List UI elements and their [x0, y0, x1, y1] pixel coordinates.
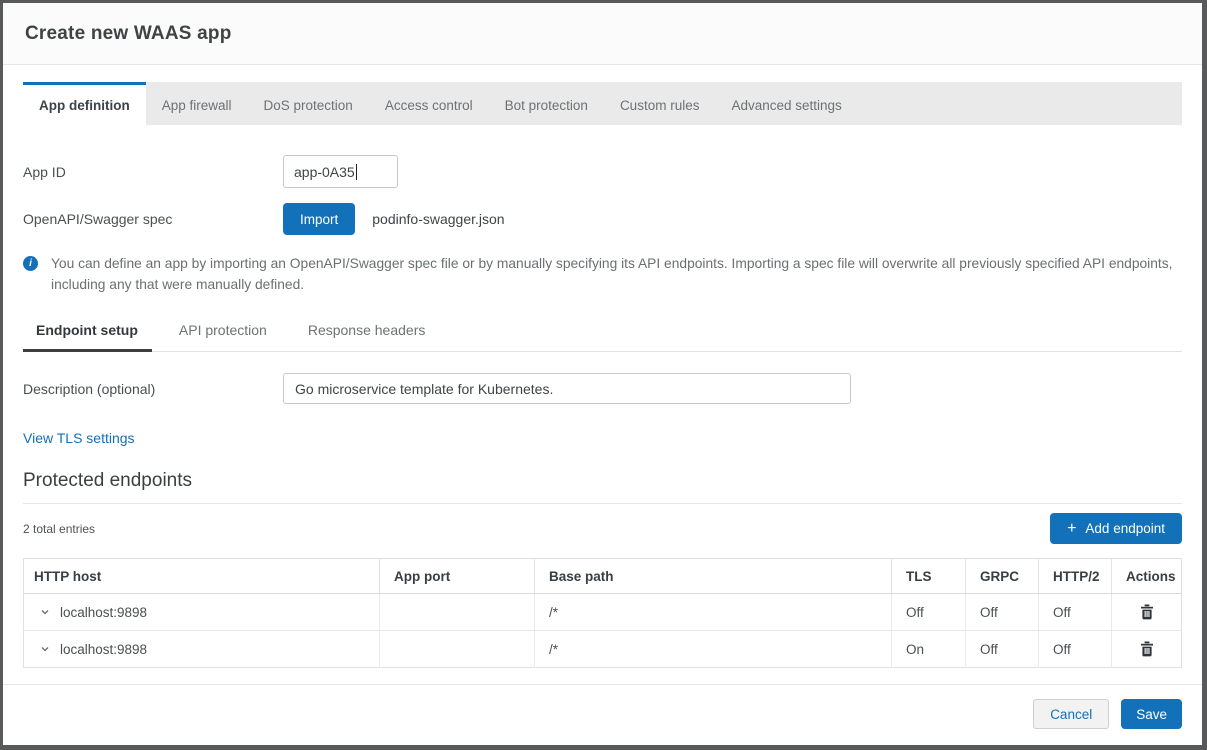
chevron-down-icon[interactable] — [40, 644, 50, 654]
dialog-footer: Cancel Save — [3, 684, 1202, 745]
main-tab-bar: App definition App firewall DoS protecti… — [23, 82, 1182, 125]
tab-app-definition[interactable]: App definition — [23, 82, 146, 125]
total-entries-label: 2 total entries — [23, 522, 95, 536]
col-grpc: GRPC — [966, 559, 1039, 594]
app-id-value: app-0A35 — [294, 164, 355, 180]
col-app-port: App port — [380, 559, 535, 594]
view-tls-settings-link[interactable]: View TLS settings — [23, 430, 135, 446]
table-row: localhost:9898 /* On Off Off — [24, 631, 1182, 668]
dialog-header: Create new WAAS app — [3, 3, 1202, 65]
endpoints-table: HTTP host App port Base path TLS GRPC HT… — [23, 558, 1182, 668]
swagger-spec-row: OpenAPI/Swagger spec Import podinfo-swag… — [23, 203, 1182, 235]
grpc-value: Off — [966, 631, 1039, 668]
tls-value: On — [892, 631, 966, 668]
table-header-row: HTTP host App port Base path TLS GRPC HT… — [24, 559, 1182, 594]
info-note: i You can define an app by importing an … — [23, 253, 1182, 295]
info-icon: i — [23, 256, 38, 271]
screenshot-frame: Create new WAAS app App definition App f… — [0, 0, 1207, 750]
subtab-api-protection[interactable]: API protection — [166, 322, 281, 352]
col-tls: TLS — [892, 559, 966, 594]
spec-filename: podinfo-swagger.json — [372, 211, 504, 227]
description-input[interactable] — [283, 373, 851, 404]
app-port-value — [380, 631, 535, 668]
table-row: localhost:9898 /* Off Off Off — [24, 594, 1182, 631]
tab-custom-rules[interactable]: Custom rules — [604, 82, 716, 125]
add-endpoint-button[interactable]: + Add endpoint — [1050, 513, 1182, 544]
base-path-value: /* — [535, 631, 892, 668]
sub-tab-bar: Endpoint setup API protection Response h… — [23, 322, 1182, 352]
add-endpoint-label: Add endpoint — [1085, 521, 1165, 536]
plus-icon: + — [1067, 521, 1076, 537]
grpc-value: Off — [966, 594, 1039, 631]
subtab-response-headers[interactable]: Response headers — [295, 322, 440, 352]
app-id-label: App ID — [23, 164, 283, 180]
http2-value: Off — [1039, 594, 1112, 631]
col-actions: Actions — [1112, 559, 1182, 594]
trash-icon[interactable] — [1140, 641, 1154, 657]
tab-bot-protection[interactable]: Bot protection — [489, 82, 604, 125]
info-note-text: You can define an app by importing an Op… — [51, 253, 1176, 295]
subtab-endpoint-setup[interactable]: Endpoint setup — [23, 322, 152, 352]
dialog-title: Create new WAAS app — [25, 23, 232, 45]
tab-access-control[interactable]: Access control — [369, 82, 489, 125]
col-http-host: HTTP host — [24, 559, 380, 594]
chevron-down-icon[interactable] — [40, 607, 50, 617]
description-label: Description (optional) — [23, 381, 283, 397]
col-http2: HTTP/2 — [1039, 559, 1112, 594]
app-id-input[interactable]: app-0A35 — [283, 155, 398, 188]
http-host-value: localhost:9898 — [60, 605, 147, 620]
tls-value: Off — [892, 594, 966, 631]
http2-value: Off — [1039, 631, 1112, 668]
tab-dos-protection[interactable]: DoS protection — [248, 82, 369, 125]
text-caret — [356, 164, 357, 180]
trash-icon[interactable] — [1140, 604, 1154, 620]
swagger-spec-label: OpenAPI/Swagger spec — [23, 211, 283, 227]
cancel-button[interactable]: Cancel — [1033, 699, 1109, 729]
import-button[interactable]: Import — [283, 203, 355, 235]
dialog-content: App definition App firewall DoS protecti… — [3, 65, 1202, 684]
base-path-value: /* — [535, 594, 892, 631]
app-port-value — [380, 594, 535, 631]
http-host-value: localhost:9898 — [60, 642, 147, 657]
tab-advanced-settings[interactable]: Advanced settings — [715, 82, 857, 125]
description-row: Description (optional) — [23, 373, 1182, 404]
tab-app-firewall[interactable]: App firewall — [146, 82, 248, 125]
app-id-row: App ID app-0A35 — [23, 155, 1182, 188]
table-toolbar: 2 total entries + Add endpoint — [23, 513, 1182, 544]
col-base-path: Base path — [535, 559, 892, 594]
create-waas-app-dialog: Create new WAAS app App definition App f… — [3, 3, 1202, 745]
save-button[interactable]: Save — [1121, 699, 1182, 729]
protected-endpoints-heading: Protected endpoints — [23, 470, 1182, 504]
